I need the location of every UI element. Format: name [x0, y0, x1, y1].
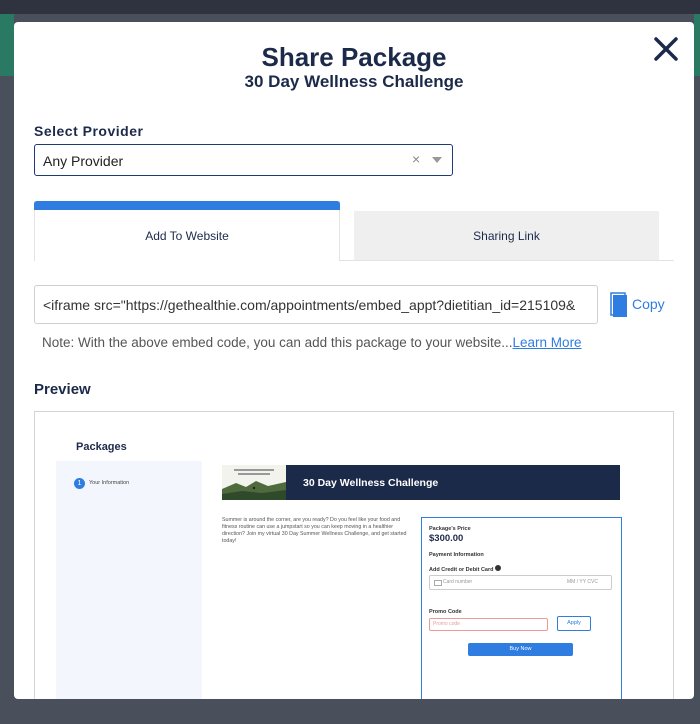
- active-tab-indicator: [34, 201, 340, 210]
- modal-subtitle: 30 Day Wellness Challenge: [244, 72, 464, 91]
- preview-payment-heading: Payment Information: [429, 552, 484, 558]
- preview-frame: Packages 1 Your Information 30 Day Welln…: [34, 411, 674, 699]
- preview-buy-button: Buy Now: [468, 643, 573, 656]
- share-package-modal: Share Package 30 Day Wellness Challenge …: [14, 22, 694, 699]
- select-provider-label: Select Provider: [34, 123, 144, 139]
- preview-card-expiry: MM / YY CVC: [567, 579, 598, 585]
- chevron-down-icon[interactable]: [432, 157, 442, 163]
- preview-step-number: 1: [74, 478, 85, 489]
- preview-add-card-text: Add Credit or Debit Card: [429, 567, 494, 573]
- background-banner: [0, 14, 14, 76]
- preview-promo-label: Promo Code: [429, 609, 462, 615]
- preview-card-input: Card number MM / YY CVC: [429, 575, 612, 590]
- preview-banner-title: 30 Day Wellness Challenge: [303, 477, 439, 489]
- provider-select[interactable]: Any Provider ×: [34, 144, 453, 176]
- tab-label: Sharing Link: [473, 229, 540, 243]
- preview-apply-button: Apply: [557, 616, 591, 631]
- tab-sharing-link[interactable]: Sharing Link: [354, 211, 659, 261]
- preview-promo-placeholder: Promo code: [433, 621, 460, 627]
- preview-banner-image: [222, 465, 286, 500]
- provider-select-value: Any Provider: [43, 153, 124, 169]
- preview-packages-heading: Packages: [76, 441, 127, 453]
- preview-step-label: Your Information: [89, 480, 130, 486]
- preview-heading: Preview: [34, 381, 91, 398]
- embed-code-field[interactable]: <iframe src="https://gethealthie.com/app…: [34, 285, 598, 324]
- background-topbar: [0, 0, 700, 14]
- tab-label: Add To Website: [145, 229, 229, 243]
- clear-icon[interactable]: ×: [412, 151, 420, 167]
- preview-sidebar: 1 Your Information: [56, 461, 202, 699]
- preview-card-placeholder: Card number: [443, 579, 473, 585]
- preview-banner: 30 Day Wellness Challenge: [222, 465, 620, 500]
- copy-icon: [610, 292, 627, 317]
- preview-payment-card: Package's Price $300.00 Payment Informat…: [421, 517, 622, 699]
- preview-promo-input: Promo code: [429, 618, 548, 631]
- embed-note-text: Note: With the above embed code, you can…: [42, 335, 513, 350]
- tab-divider: [339, 260, 674, 261]
- copy-button[interactable]: Copy: [610, 292, 672, 318]
- embed-note: Note: With the above embed code, you can…: [42, 335, 582, 350]
- info-icon: [495, 565, 502, 571]
- preview-add-card-label: Add Credit or Debit Card: [429, 565, 502, 573]
- preview-description: Summer is around the corner, are you rea…: [222, 517, 407, 544]
- preview-price-label: Package's Price: [429, 526, 471, 532]
- modal-title: Share Package: [261, 42, 447, 72]
- background-banner-right: [694, 14, 700, 76]
- card-icon: [434, 580, 442, 586]
- preview-price: $300.00: [429, 533, 464, 544]
- copy-label: Copy: [632, 296, 665, 312]
- learn-more-link[interactable]: Learn More: [513, 335, 582, 350]
- mountain-image-icon: [222, 465, 286, 500]
- embed-code-text: <iframe src="https://gethealthie.com/app…: [43, 297, 576, 313]
- tab-add-to-website[interactable]: Add To Website: [34, 201, 340, 261]
